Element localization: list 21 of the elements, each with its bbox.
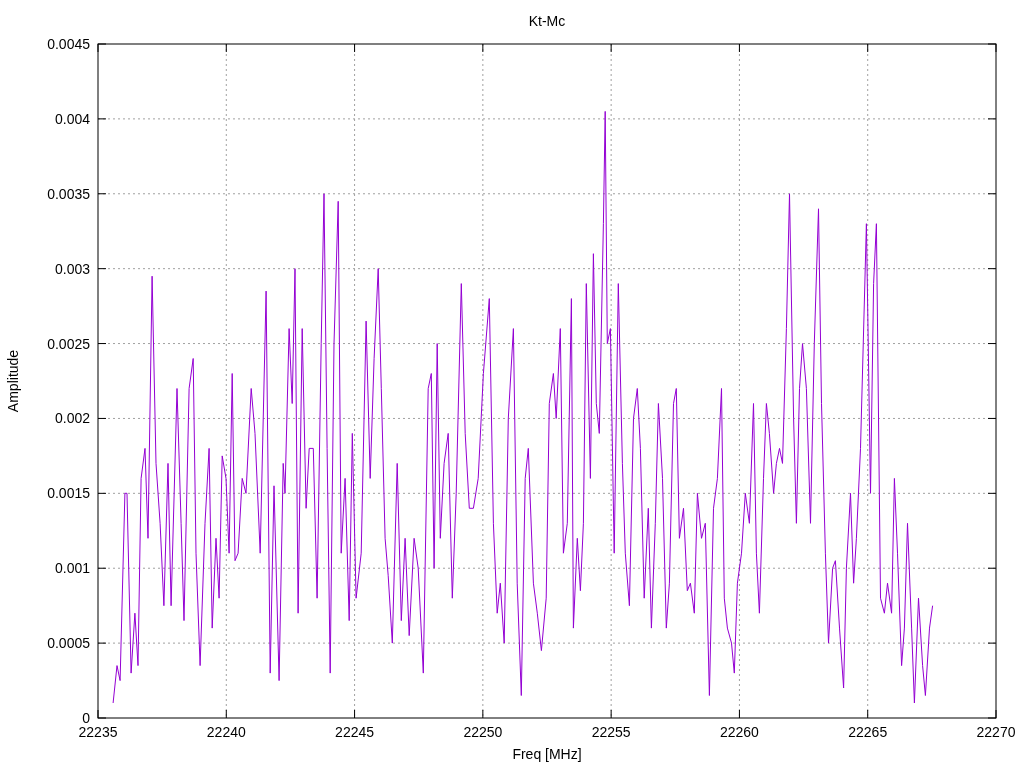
tick-label: 0.0015 (47, 485, 90, 502)
tick-label: 0.001 (54, 560, 90, 577)
tick-label: 22240 (206, 724, 246, 740)
tick-label: 0.003 (54, 260, 90, 277)
tick-label: 22250 (463, 724, 503, 740)
tick-label: 0 (82, 710, 90, 726)
tick-label: 0.004 (54, 110, 90, 127)
tick-label: 22270 (976, 724, 1016, 740)
tick-label: 22235 (78, 724, 118, 740)
x-axis-label: Freq [MHz] (512, 746, 582, 762)
tick-label: 0.0025 (47, 335, 90, 352)
tick-label: 22245 (335, 724, 375, 740)
tick-label: 22265 (848, 724, 888, 740)
tick-label: 0.0035 (47, 185, 90, 202)
tick-label: 22260 (719, 724, 759, 740)
y-axis-label: Amplitude (5, 349, 21, 413)
tick-label: 0.0045 (47, 36, 90, 52)
chart-title: Kt-Mc (528, 13, 566, 29)
tick-label: 0.002 (54, 410, 90, 427)
tick-label: 22255 (591, 724, 631, 740)
tick-label: 0.0005 (47, 635, 90, 652)
